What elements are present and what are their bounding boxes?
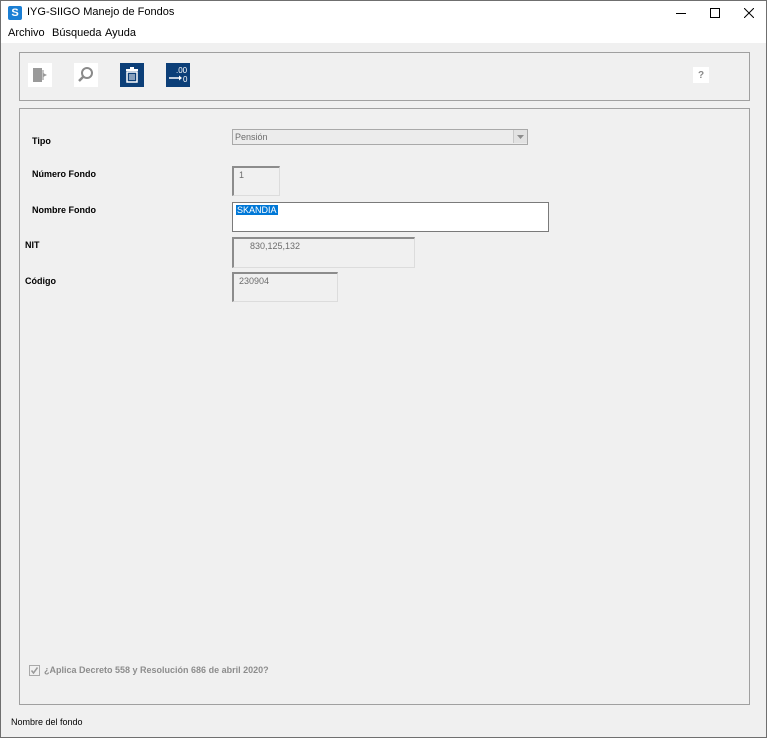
- chevron-down-icon: [513, 130, 527, 143]
- title-bar: S IYG-SIIGO Manejo de Fondos: [1, 1, 766, 25]
- nombre-fondo-label: Nombre Fondo: [32, 205, 96, 215]
- menu-busqueda[interactable]: Búsqueda: [52, 27, 102, 39]
- status-bar-text: Nombre del fondo: [11, 717, 83, 727]
- menu-archivo[interactable]: Archivo: [8, 27, 45, 39]
- codigo-field: 230904: [232, 272, 338, 302]
- nit-field: 830,125,132: [232, 237, 415, 268]
- decimal-format-button[interactable]: .00 0: [166, 63, 190, 87]
- tipo-value: Pensión: [235, 132, 268, 142]
- delete-button[interactable]: [120, 63, 144, 87]
- tipo-label: Tipo: [32, 136, 51, 146]
- close-button[interactable]: [732, 1, 766, 25]
- menu-bar: Archivo Búsqueda Ayuda: [1, 25, 766, 43]
- aplica-decreto-checkbox[interactable]: [29, 665, 40, 676]
- app-window: S IYG-SIIGO Manejo de Fondos Archivo Bús…: [0, 0, 767, 738]
- menu-ayuda[interactable]: Ayuda: [105, 27, 136, 39]
- numero-fondo-label: Número Fondo: [32, 169, 96, 179]
- toolbar: .00 0 ?: [19, 52, 750, 101]
- decimal-text-top: .00: [176, 66, 188, 75]
- tipo-select[interactable]: Pensión: [232, 129, 528, 145]
- form-panel: Tipo Pensión Número Fondo 1 Nombre Fondo…: [19, 108, 750, 705]
- close-icon: [744, 8, 754, 18]
- help-button[interactable]: ?: [693, 67, 709, 83]
- nombre-fondo-input[interactable]: SKANDIA: [232, 202, 549, 232]
- maximize-icon: [710, 8, 720, 18]
- decimal-text-bottom: 0: [183, 75, 188, 84]
- maximize-button[interactable]: [698, 1, 732, 25]
- codigo-label: Código: [25, 276, 56, 286]
- magnifier-icon: [78, 67, 93, 82]
- nombre-fondo-value: SKANDIA: [236, 205, 278, 215]
- exit-button[interactable]: [28, 63, 52, 87]
- trash-icon: [126, 67, 138, 83]
- nit-label: NIT: [25, 240, 40, 250]
- exit-door-icon: [33, 68, 47, 82]
- numero-fondo-field: 1: [232, 166, 280, 196]
- check-icon: [30, 667, 39, 675]
- search-button[interactable]: [74, 63, 98, 87]
- minimize-icon: [676, 13, 686, 14]
- aplica-decreto-label: ¿Aplica Decreto 558 y Resolución 686 de …: [44, 665, 269, 675]
- minimize-button[interactable]: [664, 1, 698, 25]
- decimal-format-icon: .00 0: [169, 66, 188, 84]
- window-title: IYG-SIIGO Manejo de Fondos: [27, 6, 175, 18]
- app-logo-icon: S: [8, 6, 22, 20]
